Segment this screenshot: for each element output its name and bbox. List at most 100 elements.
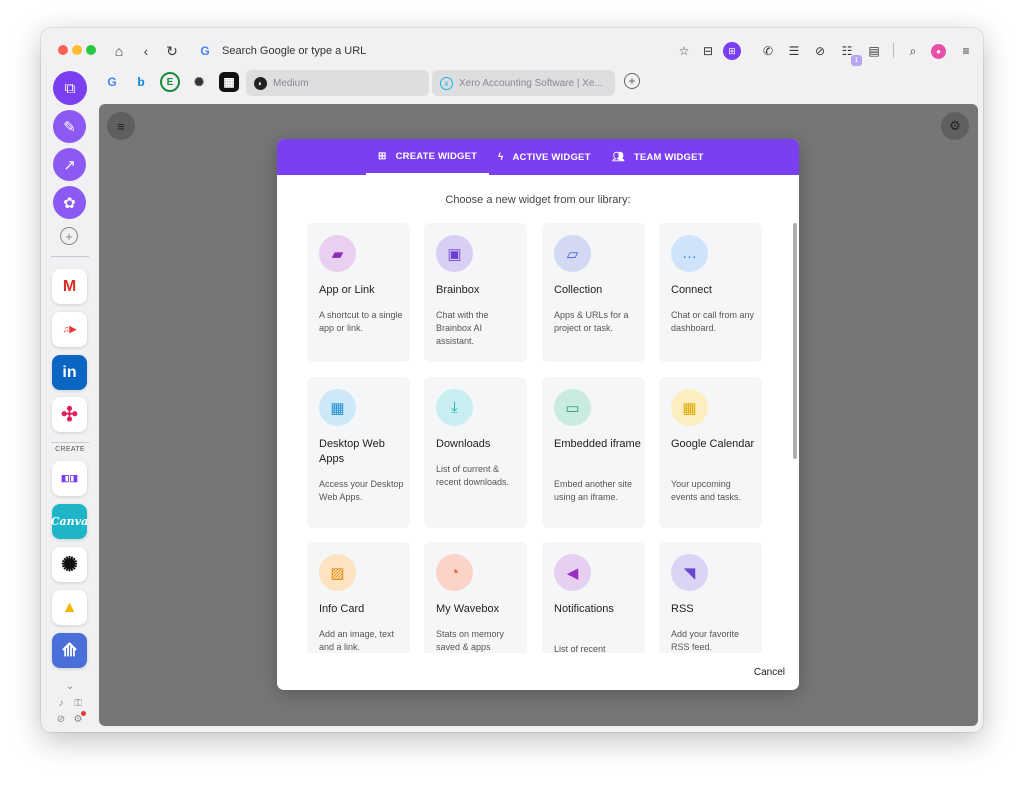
widget-description: List of current & recent downloads.	[436, 464, 510, 487]
wavebox-icon[interactable]: ⟰	[52, 633, 87, 668]
chevron-down-icon[interactable]: ⌄	[64, 680, 76, 692]
widget-description: Stats on memory saved & apps	[436, 629, 505, 652]
media-apps-group-icon[interactable]: ♫▶	[52, 312, 87, 347]
widget-card[interactable]: ◀ Notifications List of recent notificatio…	[542, 542, 645, 653]
tab-team-widget[interactable]: 👥︎ TEAM WIDGET	[612, 139, 704, 175]
tab-active-widget[interactable]: ϟ ACTIVE WIDGET	[498, 139, 591, 175]
grid-icon: ▦	[319, 389, 356, 426]
widget-card[interactable]: ▣ Brainbox Chat with the Brainbox AI assis…	[424, 223, 527, 362]
widget-description: A shortcut to a single app or link.	[319, 310, 403, 333]
slack-icon[interactable]: ✣	[52, 397, 87, 432]
image-icon: ▨	[319, 554, 356, 591]
widget-card[interactable]: ⤓ Downloads List of current & recent downl…	[424, 377, 527, 528]
layers-icon[interactable]: ☰	[785, 42, 803, 60]
tab-medium[interactable]: ◐ Medium	[246, 70, 429, 96]
tab-xero[interactable]: x Xero Accounting Software | Xe...	[432, 70, 615, 96]
bookmark-chatgpt-icon[interactable]: ✺	[189, 72, 209, 92]
dashboard-area: ≡ ⚙ ⊞ CREATE WIDGET ϟ ACTIVE WIDGET 👥︎ T…	[99, 104, 978, 726]
chat-icon: …	[671, 235, 708, 272]
cancel-button[interactable]: Cancel	[754, 667, 785, 678]
compass-icon[interactable]: ⊘	[811, 42, 829, 60]
zoom-window-button[interactable]	[86, 45, 96, 55]
widget-title: Connect	[671, 284, 712, 296]
widget-title: App or Link	[319, 284, 375, 296]
profile-avatar-icon[interactable]: ●	[931, 44, 946, 59]
tab-create-widget[interactable]: ⊞ CREATE WIDGET	[366, 139, 490, 175]
download-icon: ⤓	[436, 389, 473, 426]
linkedin-icon[interactable]: in	[52, 355, 87, 390]
minimize-window-button[interactable]	[72, 45, 82, 55]
lock-icon[interactable]: ⚿	[72, 697, 84, 709]
phone-icon[interactable]: ✆	[759, 42, 777, 60]
bookmark-bing-icon[interactable]: b	[131, 72, 151, 92]
reader-icon[interactable]: ▤	[865, 42, 883, 60]
sidebar-divider	[51, 256, 89, 257]
dashboard-settings-icon[interactable]: ⚙	[941, 112, 969, 140]
create-section-label: CREATE	[55, 446, 85, 453]
bookmark-google-icon[interactable]: G	[102, 72, 122, 92]
widget-title: Downloads	[436, 438, 491, 450]
widget-description: Embed another site using an iframe.	[554, 479, 633, 502]
search-icon[interactable]: ⌕	[904, 42, 922, 60]
extension-icon[interactable]: ⊞	[723, 42, 741, 60]
widget-card[interactable]: … Connect Chat or call from any dashboard.	[659, 223, 762, 362]
sidebar-space-1-icon[interactable]: ⧉	[53, 71, 87, 105]
sidebar-chart-icon[interactable]: ↗	[53, 148, 86, 181]
widget-title: RSS	[671, 603, 694, 615]
widget-title: Collection	[554, 284, 603, 296]
browser-window: ⌂ ‹ ↻ G Search Google or type a URL ☆ ⊟ …	[41, 28, 983, 732]
address-bar[interactable]: G Search Google or type a URL	[191, 39, 741, 63]
widget-card[interactable]: ▭ Embedded iframe Embed another site using…	[542, 377, 645, 528]
address-placeholder: Search Google or type a URL	[222, 45, 367, 57]
bookmark-evernote-icon[interactable]: E	[160, 72, 180, 92]
widget-grid: ▰ App or Link A shortcut to a single app o…	[307, 223, 777, 653]
sidebar-flower-icon[interactable]: ✿	[53, 186, 86, 219]
browser-icon: ▭	[554, 389, 591, 426]
menu-icon[interactable]: ≡	[957, 42, 975, 60]
title-bar: ⌂ ‹ ↻ G Search Google or type a URL ☆ ⊟ …	[41, 28, 983, 72]
star-icon[interactable]: ☆	[675, 42, 693, 60]
widget-title: Embedded iframe	[554, 438, 641, 450]
widget-title: Brainbox	[436, 284, 480, 296]
compass-icon[interactable]: ⊘	[55, 713, 67, 725]
widget-description: Chat with the Brainbox AI assistant.	[436, 310, 489, 346]
new-tab-icon[interactable]: +	[624, 73, 640, 89]
notification-dot	[81, 711, 86, 716]
widget-card[interactable]: ◥ RSS Add your favorite RSS feed.	[659, 542, 762, 653]
google-ads-icon[interactable]: ▲	[52, 590, 87, 625]
widget-description: Add your favorite RSS feed.	[671, 629, 740, 652]
close-window-button[interactable]	[58, 45, 68, 55]
tab-label: Xero Accounting Software | Xe...	[459, 77, 603, 89]
widget-card[interactable]: ▱ Collection Apps & URLs for a project or …	[542, 223, 645, 362]
widget-card[interactable]: ▦ Google Calendar Your upcoming events and…	[659, 377, 762, 528]
folder-icon: ▰	[319, 235, 356, 272]
widget-card[interactable]: ▰ App or Link A shortcut to a single app o…	[307, 223, 410, 362]
sidebar-divider	[51, 442, 89, 443]
chatgpt-icon[interactable]: ✺	[52, 547, 87, 582]
sidebar-brush-icon[interactable]: ✎	[53, 110, 86, 143]
widget-card[interactable]: ◔ My Wavebox Stats on memory saved & apps	[424, 542, 527, 653]
team-icon: 👥︎	[612, 151, 625, 163]
creative-apps-group-icon[interactable]: ◧◨	[52, 461, 87, 496]
toolbar-divider	[893, 43, 894, 58]
brainbox-icon: ▣	[436, 235, 473, 272]
dashboard-menu-icon[interactable]: ≡	[107, 112, 135, 140]
gmail-icon[interactable]: M	[52, 269, 87, 304]
scrollbar[interactable]	[793, 223, 797, 459]
back-icon[interactable]: ‹	[136, 41, 156, 61]
widget-description: List of recent notifications.	[554, 644, 606, 653]
canva-icon[interactable]: Canva	[51, 504, 88, 539]
bell-icon[interactable]: ♪	[55, 697, 67, 709]
home-icon[interactable]: ⌂	[109, 41, 129, 61]
widget-title: Info Card	[319, 603, 365, 615]
split-view-icon[interactable]: ⊟	[699, 42, 717, 60]
widget-tabs: ⊞ CREATE WIDGET ϟ ACTIVE WIDGET 👥︎ TEAM …	[277, 139, 799, 175]
widget-card[interactable]: ▦ Desktop Web Apps Access your Desktop Web…	[307, 377, 410, 528]
widget-title: Notifications	[554, 603, 614, 615]
reload-icon[interactable]: ↻	[162, 41, 182, 61]
sidebar: ⧉ ✎ ↗ ✿ + M ♫▶ in ✣ CREATE ◧◨ Canva ✺ ▲ …	[41, 68, 99, 732]
sidebar-add-icon[interactable]: +	[60, 227, 78, 245]
bookmark-apps-grid-icon[interactable]: ▦	[219, 72, 239, 92]
widget-card[interactable]: ▨ Info Card Add an image, text and a link.	[307, 542, 410, 653]
folder-open-icon: ▱	[554, 235, 591, 272]
